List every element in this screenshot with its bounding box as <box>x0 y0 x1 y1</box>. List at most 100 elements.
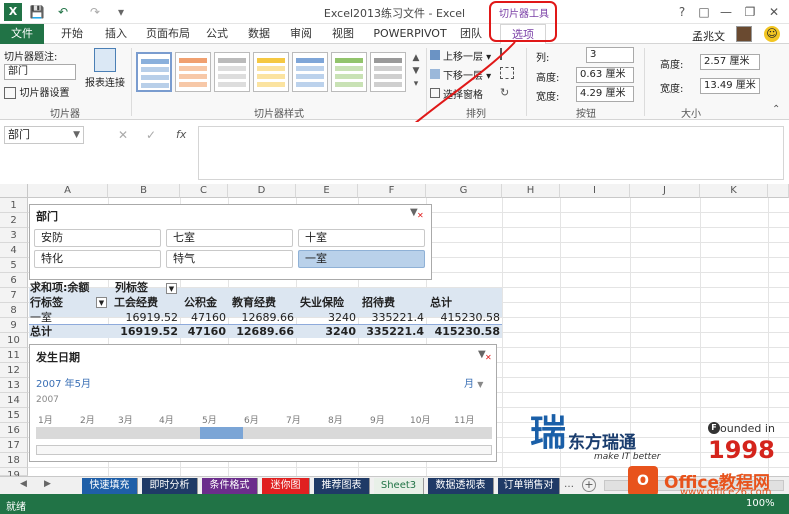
formula-input[interactable] <box>198 126 784 180</box>
column-header[interactable]: K <box>700 184 768 198</box>
sheet-tab[interactable]: 快速填充 <box>82 478 138 494</box>
filter-active-icon[interactable]: ▼ <box>96 297 107 308</box>
sheet-tab[interactable]: 订单销售对 <box>498 478 560 494</box>
timeline-month: 6月 <box>244 416 259 426</box>
column-header[interactable]: B <box>108 184 180 198</box>
row-header[interactable]: 8 <box>0 303 28 318</box>
slicer-item[interactable]: 特气 <box>166 250 293 268</box>
slicer-item-selected[interactable]: 一室 <box>298 250 425 268</box>
row-header[interactable]: 12 <box>0 363 28 378</box>
row-header[interactable]: 15 <box>0 408 28 423</box>
founded-f-icon: F <box>708 422 720 434</box>
scroll-right-icon[interactable]: ▶ <box>44 479 51 489</box>
row-header[interactable]: 1 <box>0 198 28 213</box>
row-header[interactable]: 11 <box>0 348 28 363</box>
column-header[interactable]: C <box>180 184 228 198</box>
gridline <box>502 198 503 476</box>
pivot-total-cell: 415230.58 <box>434 325 500 338</box>
row-header[interactable]: 18 <box>0 453 28 468</box>
row-header[interactable]: 10 <box>0 333 28 348</box>
dongfang-logo-icon: 瑞 <box>530 413 567 454</box>
row-header[interactable]: 4 <box>0 243 28 258</box>
column-header[interactable]: F <box>358 184 426 198</box>
row-header[interactable]: 13 <box>0 378 28 393</box>
row-header[interactable]: 16 <box>0 423 28 438</box>
column-header[interactable]: I <box>560 184 630 198</box>
column-header[interactable]: G <box>426 184 502 198</box>
add-sheet-icon[interactable]: + <box>582 478 596 492</box>
timeline-period: 2007 年5月 <box>36 379 91 390</box>
pivot-col-header: 公积金 <box>184 296 217 309</box>
timeline-month: 5月 <box>202 416 217 426</box>
pivot-cell: 3240 <box>328 311 356 324</box>
pivot-cell: 16919.52 <box>125 311 179 324</box>
sheet-tab[interactable]: 数据透视表 <box>428 478 494 494</box>
column-header[interactable]: J <box>630 184 700 198</box>
timeline-scrollbar[interactable] <box>36 445 492 455</box>
row-header[interactable]: 7 <box>0 288 28 303</box>
founded-label: ounded in <box>720 422 775 435</box>
column-header[interactable]: D <box>228 184 296 198</box>
brand-slogan: make IT better <box>594 452 661 462</box>
clear-filter-icon[interactable]: ▼ ✕ <box>410 207 424 221</box>
pivot-column-labels[interactable]: 列标签 <box>115 280 148 295</box>
department-slicer[interactable]: 部门 ▼ ✕ 安防 七室 十室 特化 特气 一室 <box>29 204 432 280</box>
pivot-cell: 47160 <box>191 311 226 324</box>
name-box[interactable]: 部门 ▼ <box>4 126 84 144</box>
sheet-tab[interactable]: 迷你图 <box>262 478 310 494</box>
row-header[interactable]: 6 <box>0 273 28 288</box>
status-ready: 就绪 <box>6 502 26 513</box>
cancel-icon[interactable]: ✕ <box>118 128 128 142</box>
sheet-tab[interactable]: 推荐图表 <box>314 478 370 494</box>
timeline-selected-month[interactable] <box>200 427 243 439</box>
fx-icon[interactable]: fx <box>176 128 186 141</box>
row-header[interactable]: 3 <box>0 228 28 243</box>
sheet-tab-active[interactable]: Sheet3 <box>374 478 424 494</box>
founded-year: 1998 <box>708 436 775 464</box>
sheet-tab[interactable]: 条件格式 <box>202 478 258 494</box>
select-all-corner[interactable] <box>0 184 28 198</box>
enter-icon[interactable]: ✓ <box>146 128 156 142</box>
worksheet-grid[interactable]: A B C D E F G H I J K 1 2 3 4 5 6 7 8 9 … <box>0 184 789 481</box>
more-sheets-icon[interactable]: … <box>564 479 574 490</box>
zoom-level[interactable]: 100% <box>746 498 775 509</box>
column-header-empty <box>768 184 789 198</box>
pivot-col-header: 教育经费 <box>232 296 276 309</box>
filter-dropdown-icon[interactable]: ▼ <box>166 283 177 294</box>
pivot-col-header: 失业保险 <box>300 296 344 309</box>
scroll-left-icon[interactable]: ◀ <box>20 479 27 489</box>
pivot-col-header: 招待费 <box>362 296 395 309</box>
timeline-year: 2007 <box>36 395 59 405</box>
sheet-tab[interactable]: 即时分析 <box>142 478 198 494</box>
timeline-level-dropdown[interactable]: 月 ▼ <box>464 375 483 390</box>
row-header[interactable]: 5 <box>0 258 28 273</box>
row-header[interactable]: 14 <box>0 393 28 408</box>
timeline-month: 11月 <box>454 416 475 426</box>
slicer-item[interactable]: 十室 <box>298 229 425 247</box>
timeline-level: 月 <box>464 379 474 390</box>
clear-filter-icon[interactable]: ▼ ✕ <box>478 349 492 363</box>
pivot-total-label: 总计 <box>30 325 52 338</box>
timeline-month: 9月 <box>370 416 385 426</box>
status-bar: 就绪 100% <box>0 494 789 514</box>
row-header[interactable]: 17 <box>0 438 28 453</box>
pivot-cell: 415230.58 <box>440 311 501 324</box>
row-header[interactable]: 2 <box>0 213 28 228</box>
column-header[interactable]: E <box>296 184 358 198</box>
timeline-month: 2月 <box>80 416 95 426</box>
pivot-value-label[interactable]: 求和项:余额 <box>30 280 89 295</box>
row-header[interactable]: 9 <box>0 318 28 333</box>
slicer-item[interactable]: 特化 <box>34 250 161 268</box>
slicer-item[interactable]: 七室 <box>166 229 293 247</box>
pivot-total-cell: 47160 <box>187 325 226 338</box>
pivot-cell: 12689.66 <box>241 311 295 324</box>
pivot-total-cell: 3240 <box>325 325 356 338</box>
column-header[interactable]: H <box>502 184 560 198</box>
column-header[interactable]: A <box>28 184 108 198</box>
pivot-col-header: 工会经费 <box>114 296 158 309</box>
slicer-item[interactable]: 安防 <box>34 229 161 247</box>
date-timeline[interactable]: 发生日期 ▼ ✕ 2007 年5月 月 ▼ 2007 1月 2月 3月 4月 5月… <box>29 344 497 462</box>
row-header[interactable]: 19 <box>0 468 28 481</box>
pivot-row-labels[interactable]: 行标签 <box>30 295 63 310</box>
timeline-track[interactable] <box>36 427 492 439</box>
